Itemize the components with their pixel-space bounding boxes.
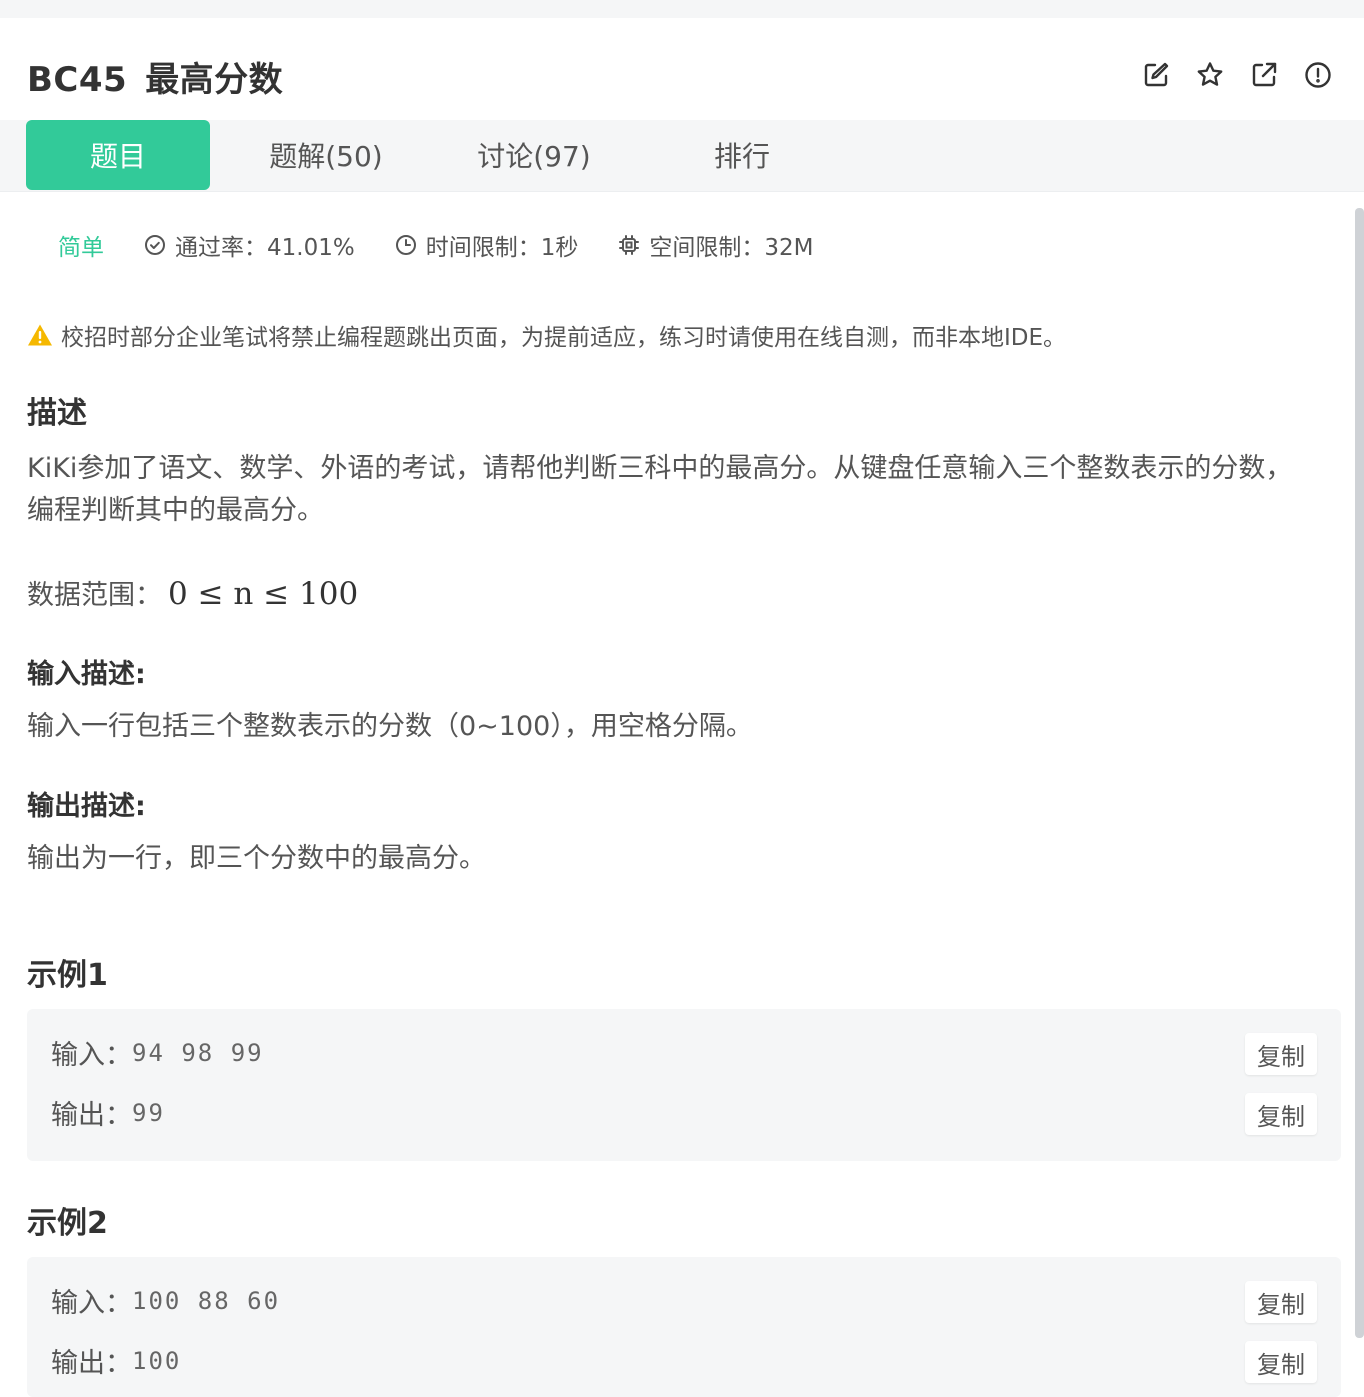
problem-id: BC45 (27, 60, 128, 100)
notice-banner: 校招时部分企业笔试将禁止编程题跳出页面，为提前适应，练习时请使用在线自测，而非本… (27, 318, 1066, 352)
tab-bar: 题目 题解(50) 讨论(97) 排行 (0, 120, 1364, 192)
star-icon (1197, 62, 1223, 86)
example-2-heading: 示例2 (27, 1206, 108, 1241)
example-1-heading: 示例1 (27, 958, 108, 993)
clock-icon (395, 235, 416, 255)
example-output-value: 99 (132, 1098, 165, 1127)
memory-limit-text: 空间限制：32M (649, 235, 814, 261)
scrollbar[interactable] (1355, 208, 1364, 1338)
example-input-label: 输入： (51, 1040, 132, 1071)
time-limit-text: 时间限制：1秒 (425, 235, 579, 261)
copy-input-button[interactable]: 复制 (1245, 1281, 1317, 1323)
tab-problem[interactable]: 题目 (26, 120, 210, 190)
tab-discussion[interactable]: 讨论(97) (462, 120, 606, 190)
data-range-label: 数据范围： (27, 580, 162, 611)
chip-icon (619, 235, 640, 255)
description-line-1: KiKi参加了语文、数学、外语的考试，请帮他判断三科中的最高分。从键盘任意输入三… (27, 453, 1293, 484)
data-range: 数据范围： 0 ≤ n ≤ 100 (27, 573, 358, 617)
external-link-icon (1252, 62, 1277, 87)
report-button[interactable] (1303, 60, 1333, 90)
time-limit: 时间限制：1秒 (395, 228, 579, 262)
example-output-label: 输出： (51, 1348, 132, 1379)
pass-rate: 通过率：41.01% (144, 228, 355, 262)
top-strip (0, 0, 1364, 18)
example-input-value: 100 88 60 (132, 1286, 281, 1315)
report-icon (1305, 62, 1331, 88)
input-desc-text: 输入一行包括三个整数表示的分数（0~100），用空格分隔。 (27, 711, 753, 742)
copy-output-button[interactable]: 复制 (1245, 1341, 1317, 1383)
example-1-input: 输入： 94 98 99 (51, 1033, 264, 1072)
output-desc-text: 输出为一行，即三个分数中的最高分。 (27, 843, 486, 874)
check-circle-icon (145, 235, 165, 255)
page-title: BC45 最高分数 (27, 52, 283, 101)
problem-meta: 简单 通过率：41.01% 时间限制：1秒 空间限制：32M (58, 228, 853, 262)
edit-icon (1144, 62, 1169, 87)
example-output-value: 100 (132, 1346, 182, 1375)
data-range-formula: 0 ≤ n ≤ 100 (168, 576, 359, 612)
example-input-value: 94 98 99 (132, 1038, 264, 1067)
pass-rate-text: 通过率：41.01% (175, 235, 355, 261)
difficulty-badge: 简单 (58, 235, 104, 261)
example-2-output: 输出： 100 (51, 1341, 181, 1380)
copy-input-button[interactable]: 复制 (1245, 1033, 1317, 1075)
description-text: KiKi参加了语文、数学、外语的考试，请帮他判断三科中的最高分。从键盘任意输入三… (27, 448, 1347, 532)
edit-button[interactable] (1141, 60, 1171, 90)
input-desc-heading: 输入描述: (27, 659, 146, 690)
example-input-label: 输入： (51, 1288, 132, 1319)
example-1-box: 输入： 94 98 99 复制 输出： 99 复制 (27, 1009, 1341, 1161)
example-2-input: 输入： 100 88 60 (51, 1281, 280, 1320)
warning-icon (28, 324, 52, 346)
example-1-output: 输出： 99 (51, 1093, 165, 1132)
output-desc-heading: 输出描述: (27, 791, 146, 822)
tab-solutions[interactable]: 题解(50) (254, 120, 398, 190)
title-actions (1141, 60, 1333, 90)
problem-name: 最高分数 (145, 60, 284, 100)
open-external-button[interactable] (1249, 60, 1279, 90)
example-2-box: 输入： 100 88 60 复制 输出： 100 复制 (27, 1257, 1341, 1397)
notice-text: 校招时部分企业笔试将禁止编程题跳出页面，为提前适应，练习时请使用在线自测，而非本… (61, 325, 1067, 351)
memory-limit: 空间限制：32M (618, 228, 813, 262)
description-heading: 描述 (27, 396, 87, 431)
favorite-button[interactable] (1195, 60, 1225, 90)
example-output-label: 输出： (51, 1100, 132, 1131)
copy-output-button[interactable]: 复制 (1245, 1093, 1317, 1135)
description-line-2: 编程判断其中的最高分。 (27, 495, 324, 526)
tab-ranking[interactable]: 排行 (680, 120, 804, 190)
